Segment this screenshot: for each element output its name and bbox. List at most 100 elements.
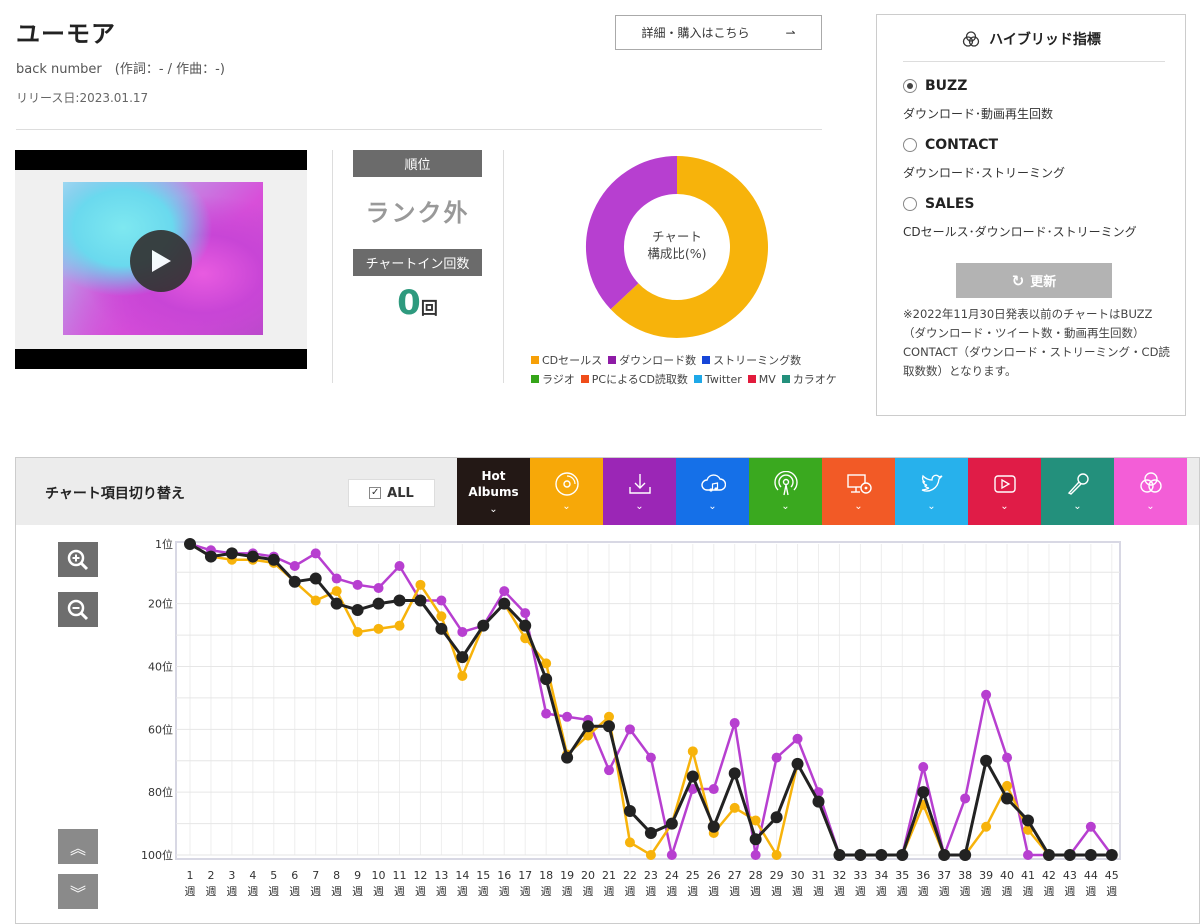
series-point-0: [289, 560, 300, 571]
release-date: リリース日:2023.01.17: [16, 91, 149, 105]
series-point-0: [981, 689, 992, 700]
video-player[interactable]: [15, 150, 307, 369]
pc-cd-button[interactable]: ⌄: [822, 458, 895, 525]
series-point-2: [477, 619, 490, 632]
series-point-2: [1042, 849, 1055, 861]
series-point-2: [749, 833, 762, 846]
chevron-down-icon: ⌄: [854, 501, 863, 512]
x-tick-label: 7: [312, 869, 319, 882]
x-tick-label: 20: [581, 869, 595, 882]
streaming-icon: [700, 474, 726, 492]
chartin-count-unit: 回: [420, 299, 438, 319]
series-point-2: [225, 547, 238, 560]
x-tick-unit: 週: [813, 885, 824, 898]
series-point-2: [204, 550, 217, 563]
x-tick-unit: 週: [750, 885, 761, 898]
karaoke-button[interactable]: ⌄: [1041, 458, 1114, 525]
x-tick-unit: 週: [939, 885, 950, 898]
x-tick-label: 1: [187, 869, 194, 882]
series-point-0: [666, 850, 677, 860]
x-tick-label: 28: [749, 869, 763, 882]
x-tick-unit: 週: [247, 885, 258, 898]
streaming-button[interactable]: ⌄: [676, 458, 749, 525]
x-tick-label: 11: [393, 869, 407, 882]
x-tick-label: 30: [791, 869, 805, 882]
legend-swatch: [693, 375, 702, 383]
series-point-0: [373, 582, 384, 593]
series-point-1: [645, 850, 656, 860]
x-tick-label: 32: [832, 869, 846, 882]
x-tick-unit: 週: [1043, 885, 1054, 898]
all-checkbox[interactable]: ✓ ALL: [348, 479, 435, 507]
radio-buzz[interactable]: BUZZ: [903, 78, 967, 94]
update-button[interactable]: ↻ 更新: [956, 263, 1112, 298]
x-tick-unit: 週: [1085, 885, 1096, 898]
hybrid-icon: [1139, 472, 1162, 493]
series-point-2: [351, 603, 364, 616]
composition-legend-row1: CDセールス ダウンロード数 ストリーミング数: [531, 352, 801, 368]
series-point-2: [917, 786, 930, 799]
series-point-2: [372, 597, 385, 610]
x-tick-unit: 週: [771, 885, 782, 898]
x-tick-label: 10: [372, 869, 386, 882]
hot-albums-button[interactable]: Hot Albums ⌄: [457, 458, 530, 525]
series-point-0: [750, 850, 761, 860]
series-point-2: [414, 594, 427, 607]
x-tick-label: 25: [686, 869, 700, 882]
series-point-0: [604, 765, 614, 776]
chevron-down-icon: ⌄: [635, 501, 644, 512]
radio-button[interactable]: [903, 79, 917, 93]
series-point-2: [561, 751, 574, 764]
radio-button[interactable]: [903, 197, 917, 211]
series-point-2: [184, 538, 196, 550]
chevron-down-icon: ⌄: [1073, 501, 1082, 512]
series-point-2: [309, 572, 322, 585]
radio-button[interactable]: ⌄: [749, 458, 822, 525]
donut-center-line1: チャート: [652, 229, 702, 244]
radio-button[interactable]: [903, 138, 917, 152]
radio-sales[interactable]: SALES: [903, 196, 975, 212]
play-icon[interactable]: [130, 230, 192, 292]
legend-label: MV: [758, 372, 776, 386]
x-tick-label: 24: [665, 869, 679, 882]
legend-item: ダウンロード数: [608, 352, 696, 368]
x-tick-unit: 週: [1106, 885, 1117, 898]
x-tick-label: 39: [979, 869, 993, 882]
chartin-count-number: 0: [397, 283, 421, 323]
radio-icon: [773, 471, 798, 496]
radio-sales-label: SALES: [925, 196, 975, 212]
artist-credit: back number (作詞：- / 作曲：-): [16, 62, 225, 77]
series-point-2: [519, 619, 532, 632]
series-point-0: [918, 762, 929, 773]
twitter-button[interactable]: ⌄: [895, 458, 968, 525]
series-point-2: [875, 849, 888, 861]
legend-label: CDセールス: [542, 354, 603, 367]
hybrid-button[interactable]: ⌄: [1114, 458, 1187, 525]
x-tick-unit: 週: [541, 885, 552, 898]
series-point-0: [541, 708, 552, 719]
x-tick-label: 17: [518, 869, 532, 882]
x-tick-label: 6: [291, 869, 298, 882]
cd-button[interactable]: ⌄: [530, 458, 603, 525]
refresh-icon: ↻: [1011, 271, 1025, 290]
chevron-down-icon: ⌄: [1146, 501, 1155, 512]
x-tick-unit: 週: [226, 885, 237, 898]
series-point-1: [310, 595, 321, 606]
x-tick-label: 15: [476, 869, 490, 882]
legend-swatch: [608, 356, 617, 364]
x-tick-label: 36: [916, 869, 930, 882]
series-point-2: [288, 575, 301, 588]
detail-purchase-button[interactable]: 詳細・購入はこちら ⇀: [615, 15, 822, 50]
series-point-2: [812, 795, 825, 808]
series-point-0: [645, 752, 656, 763]
series-point-2: [330, 597, 343, 610]
chevron-down-icon: ⌄: [1000, 501, 1009, 512]
series-point-2: [665, 817, 678, 830]
donut-center-label: チャート 構成比(%): [617, 228, 737, 262]
mv-button[interactable]: ⌄: [968, 458, 1041, 525]
x-tick-label: 14: [455, 869, 469, 882]
download-button[interactable]: ⌄: [603, 458, 676, 525]
series-point-2: [1105, 849, 1118, 861]
radio-contact[interactable]: CONTACT: [903, 137, 998, 153]
legend-label: PCによるCD読取数: [591, 373, 688, 386]
